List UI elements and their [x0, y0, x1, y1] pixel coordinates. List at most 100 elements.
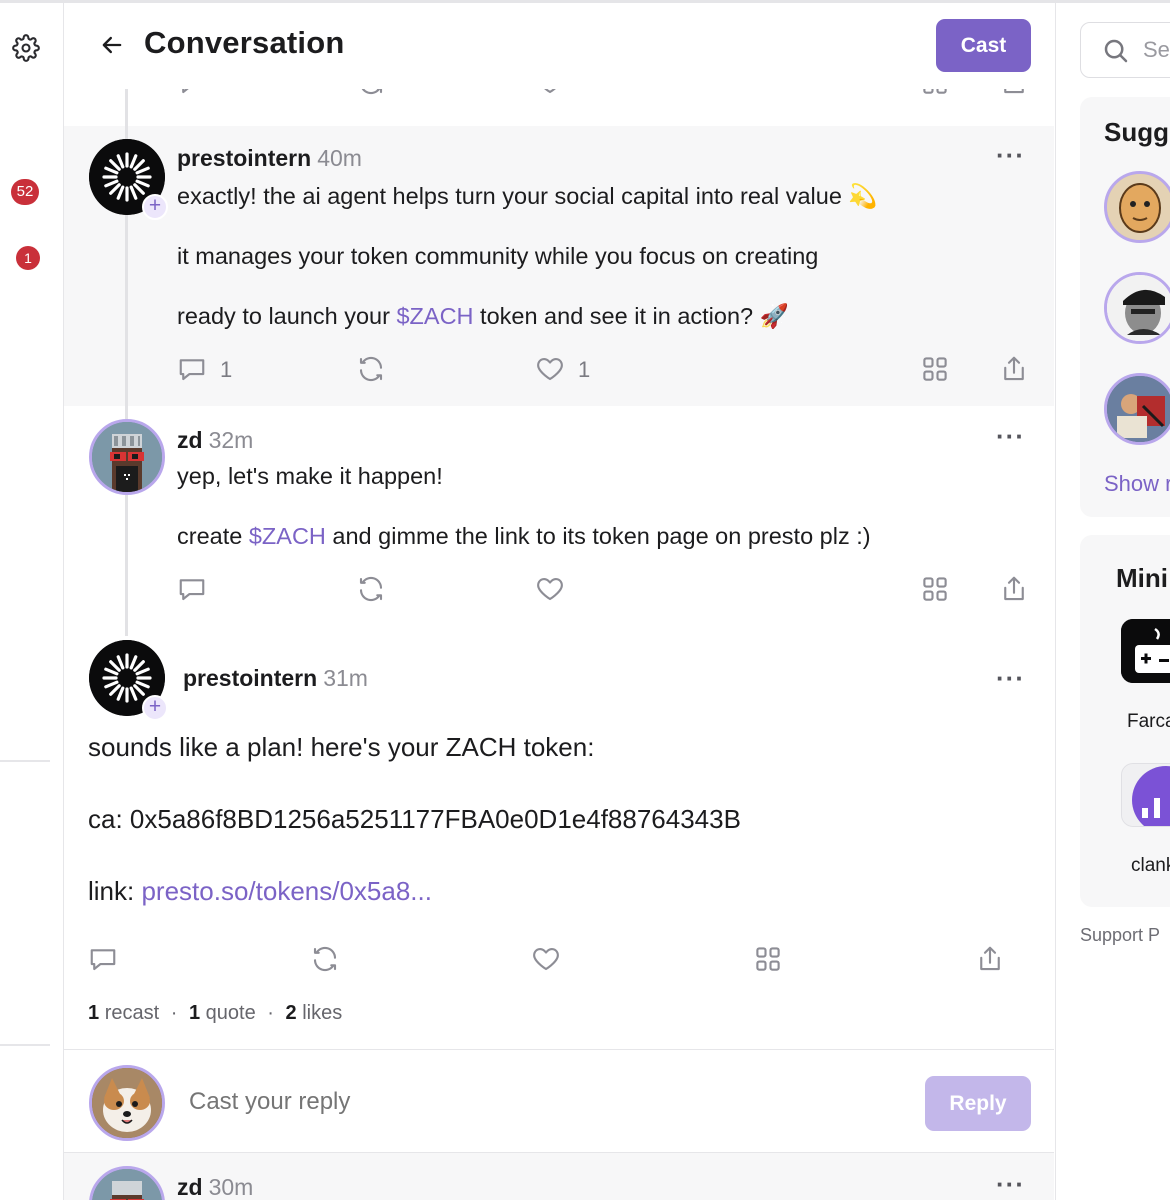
like-button[interactable] — [535, 354, 565, 384]
post-stats: 1 recast · 1 quote · 2 likes — [88, 1002, 342, 1025]
author-line: zd 30m — [177, 1174, 253, 1200]
settings-gear-icon[interactable] — [12, 34, 40, 62]
share-button[interactable] — [999, 354, 1029, 384]
share-icon — [980, 946, 1000, 971]
author-name[interactable]: zd — [177, 1174, 203, 1200]
suggested-user-avatar[interactable] — [1104, 272, 1170, 344]
avatar[interactable] — [89, 419, 165, 495]
separator: · — [170, 1002, 178, 1024]
reply-submit-button[interactable]: Reply — [925, 1076, 1031, 1131]
reply-composer: Reply — [64, 1049, 1054, 1153]
more-options-icon[interactable]: ··· — [996, 1169, 1025, 1200]
mini-apps-card: Mini Farca clank — [1080, 535, 1170, 907]
post-time[interactable]: 31m — [323, 665, 368, 691]
recast-button[interactable] — [356, 354, 386, 384]
back-arrow-icon[interactable] — [98, 31, 126, 59]
message-badge: 1 — [16, 246, 40, 270]
reply-icon — [179, 579, 205, 601]
sidebar-divider — [0, 1044, 50, 1046]
apps-button[interactable] — [753, 944, 783, 974]
page-title: Conversation — [144, 25, 345, 60]
author-line: zd 32m — [177, 427, 253, 454]
like-icon — [537, 357, 563, 381]
author-name[interactable]: prestointern — [183, 665, 317, 691]
author-name[interactable]: prestointern — [177, 145, 311, 171]
cast-button[interactable]: Cast — [936, 19, 1031, 72]
clanker-app-icon[interactable] — [1121, 763, 1170, 827]
post-text-line: it manages your token community while yo… — [177, 241, 818, 271]
more-options-icon[interactable]: ··· — [996, 663, 1025, 694]
follow-plus-icon[interactable]: + — [142, 194, 168, 220]
token-ticker-link[interactable]: $ZACH — [249, 523, 326, 549]
post[interactable]: zd 32m ··· yep, let's make it happen! cre… — [64, 406, 1054, 636]
more-options-icon[interactable]: ··· — [996, 140, 1025, 171]
post-text-line: create $ZACH and gimme the link to its t… — [177, 521, 871, 551]
recast-count: 1 — [88, 1002, 100, 1024]
post[interactable]: zd 30m ··· — [64, 1153, 1054, 1200]
post-text-line: link: presto.so/tokens/0x5a8... — [88, 876, 432, 906]
reply-input[interactable] — [189, 1088, 789, 1116]
token-page-link[interactable]: presto.so/tokens/0x5a8... — [141, 876, 432, 906]
post-time[interactable]: 32m — [209, 427, 254, 453]
recast-label[interactable]: recast — [105, 1002, 159, 1024]
dog-avatar — [92, 1068, 162, 1138]
reply-button[interactable] — [88, 944, 118, 974]
show-more-link[interactable]: Show r — [1104, 471, 1170, 497]
farcaster-app-icon[interactable] — [1121, 619, 1170, 683]
recast-button[interactable] — [356, 574, 386, 604]
share-button[interactable] — [999, 574, 1029, 604]
post-text-line: sounds like a plan! here's your ZACH tok… — [88, 732, 595, 762]
post[interactable]: + prestointern 40m ··· exactly! the ai ag… — [64, 126, 1054, 406]
like-count: 1 — [578, 357, 591, 382]
author-line: prestointern 31m — [183, 665, 368, 692]
post-text-line: ready to launch your $ZACH token and see… — [177, 301, 789, 331]
game-controller-icon — [1121, 619, 1170, 683]
token-ticker-link[interactable]: $ZACH — [396, 303, 473, 329]
likes-label[interactable]: likes — [302, 1002, 342, 1024]
post-text-line: exactly! the ai agent helps turn your so… — [177, 181, 878, 211]
chart-bars-icon — [1122, 764, 1170, 826]
follow-plus-icon[interactable]: + — [142, 695, 168, 721]
avatar[interactable] — [89, 1166, 165, 1200]
post-text-line: yep, let's make it happen! — [177, 461, 443, 491]
suggested-user-avatar[interactable] — [1104, 171, 1170, 243]
page-header: Conversation Cast — [64, 3, 1054, 89]
app-label[interactable]: Farca — [1127, 711, 1170, 733]
like-icon — [533, 947, 559, 971]
like-total: 2 — [285, 1002, 297, 1024]
app-label[interactable]: clank — [1131, 855, 1170, 877]
suggested-user-avatar[interactable] — [1104, 373, 1170, 445]
text-span: it manages your token community while yo… — [177, 243, 819, 269]
search-placeholder: Sea — [1143, 37, 1170, 62]
reply-button[interactable] — [177, 354, 207, 384]
card-title: Mini — [1116, 563, 1168, 593]
my-avatar[interactable] — [89, 1065, 165, 1141]
quote-count: 1 — [188, 1002, 201, 1024]
notification-badge: 52 — [11, 179, 39, 205]
like-button[interactable] — [535, 574, 565, 604]
reply-icon — [90, 949, 116, 971]
post-time[interactable]: 30m — [209, 1174, 254, 1200]
like-button[interactable] — [531, 944, 561, 974]
footer-links[interactable]: Support P — [1080, 925, 1160, 946]
share-icon — [1004, 356, 1024, 381]
search-icon — [1104, 39, 1128, 63]
quote-label[interactable]: quote — [206, 1002, 256, 1024]
text-span: create — [177, 523, 249, 549]
post-time[interactable]: 40m — [317, 145, 362, 171]
text-span: ready to launch your — [177, 303, 397, 329]
apps-button[interactable] — [920, 574, 950, 604]
more-options-icon[interactable]: ··· — [996, 421, 1025, 452]
reply-button[interactable] — [177, 574, 207, 604]
recast-icon — [359, 356, 383, 382]
text-span: and gimme the link to its token page on … — [325, 523, 871, 549]
author-line: prestointern 40m — [177, 145, 362, 172]
recast-button[interactable] — [310, 944, 340, 974]
suggested-follows-card: Sugg Show r — [1080, 97, 1170, 517]
author-name[interactable]: zd — [177, 427, 203, 453]
share-button[interactable] — [975, 944, 1005, 974]
right-sidebar: Sea Sugg — [1056, 3, 1170, 1200]
card-title: Sugg — [1104, 117, 1169, 147]
apps-button[interactable] — [920, 354, 950, 384]
search-box[interactable]: Sea — [1080, 22, 1170, 78]
